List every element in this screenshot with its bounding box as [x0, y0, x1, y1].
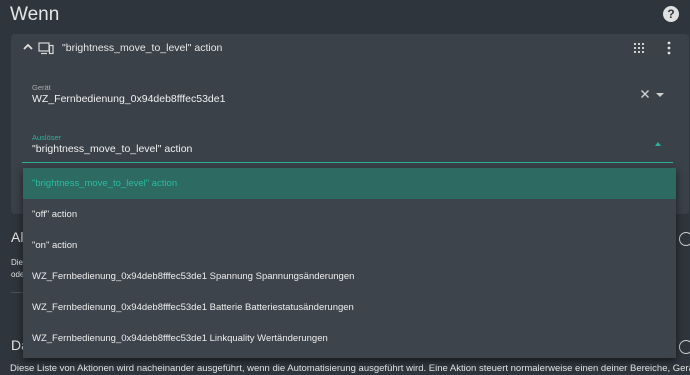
chevron-up-icon[interactable] [21, 40, 35, 54]
dropdown-option[interactable]: "on" action [23, 230, 676, 261]
trigger-select[interactable]: Auslöser "brightness_move_to_level" acti… [22, 130, 673, 163]
dropdown-option[interactable]: "brightness_move_to_level" action [23, 168, 676, 199]
divider [11, 292, 23, 293]
dropdown-option[interactable]: WZ_Fernbedienung_0x94deb8fffec53de1 Batt… [23, 292, 676, 323]
dropdown-option[interactable]: "off" action [23, 199, 676, 230]
device-field-value: WZ_Fernbedienung_0x94deb8fffec53de1 [32, 93, 226, 105]
drag-grid-icon[interactable] [633, 42, 645, 54]
trigger-card-header[interactable]: "brightness_move_to_level" action [11, 34, 689, 62]
conditions-help-icon[interactable] [679, 232, 690, 246]
conditions-section-title: Al [11, 229, 24, 245]
dropdown-option[interactable]: WZ_Fernbedienung_0x94deb8fffec53de1 Link… [23, 323, 676, 354]
device-icon [38, 42, 54, 55]
conditions-description-line-1: Die [11, 258, 24, 267]
actions-help-icon[interactable] [679, 340, 690, 354]
dropdown-option[interactable]: WZ_Fernbedienung_0x94deb8fffec53de1 Span… [23, 261, 676, 292]
trigger-field-value: "brightness_move_to_level" action [32, 143, 193, 155]
actions-description: Diese Liste von Aktionen wird nacheinand… [10, 363, 690, 374]
trigger-title: "brightness_move_to_level" action [62, 42, 223, 54]
page-title: Wenn [10, 4, 60, 25]
trigger-field-label: Auslöser [32, 133, 62, 142]
chevron-up-icon[interactable] [655, 142, 661, 146]
device-field-label: Gerät [32, 83, 51, 92]
help-circle-icon[interactable]: ? [663, 6, 679, 22]
chevron-down-icon[interactable] [656, 93, 664, 97]
clear-icon[interactable] [640, 89, 650, 99]
trigger-dropdown-menu: "brightness_move_to_level" action "off" … [23, 168, 676, 358]
more-vert-icon[interactable] [667, 41, 671, 55]
device-select[interactable]: Gerät WZ_Fernbedienung_0x94deb8fffec53de… [22, 80, 673, 112]
